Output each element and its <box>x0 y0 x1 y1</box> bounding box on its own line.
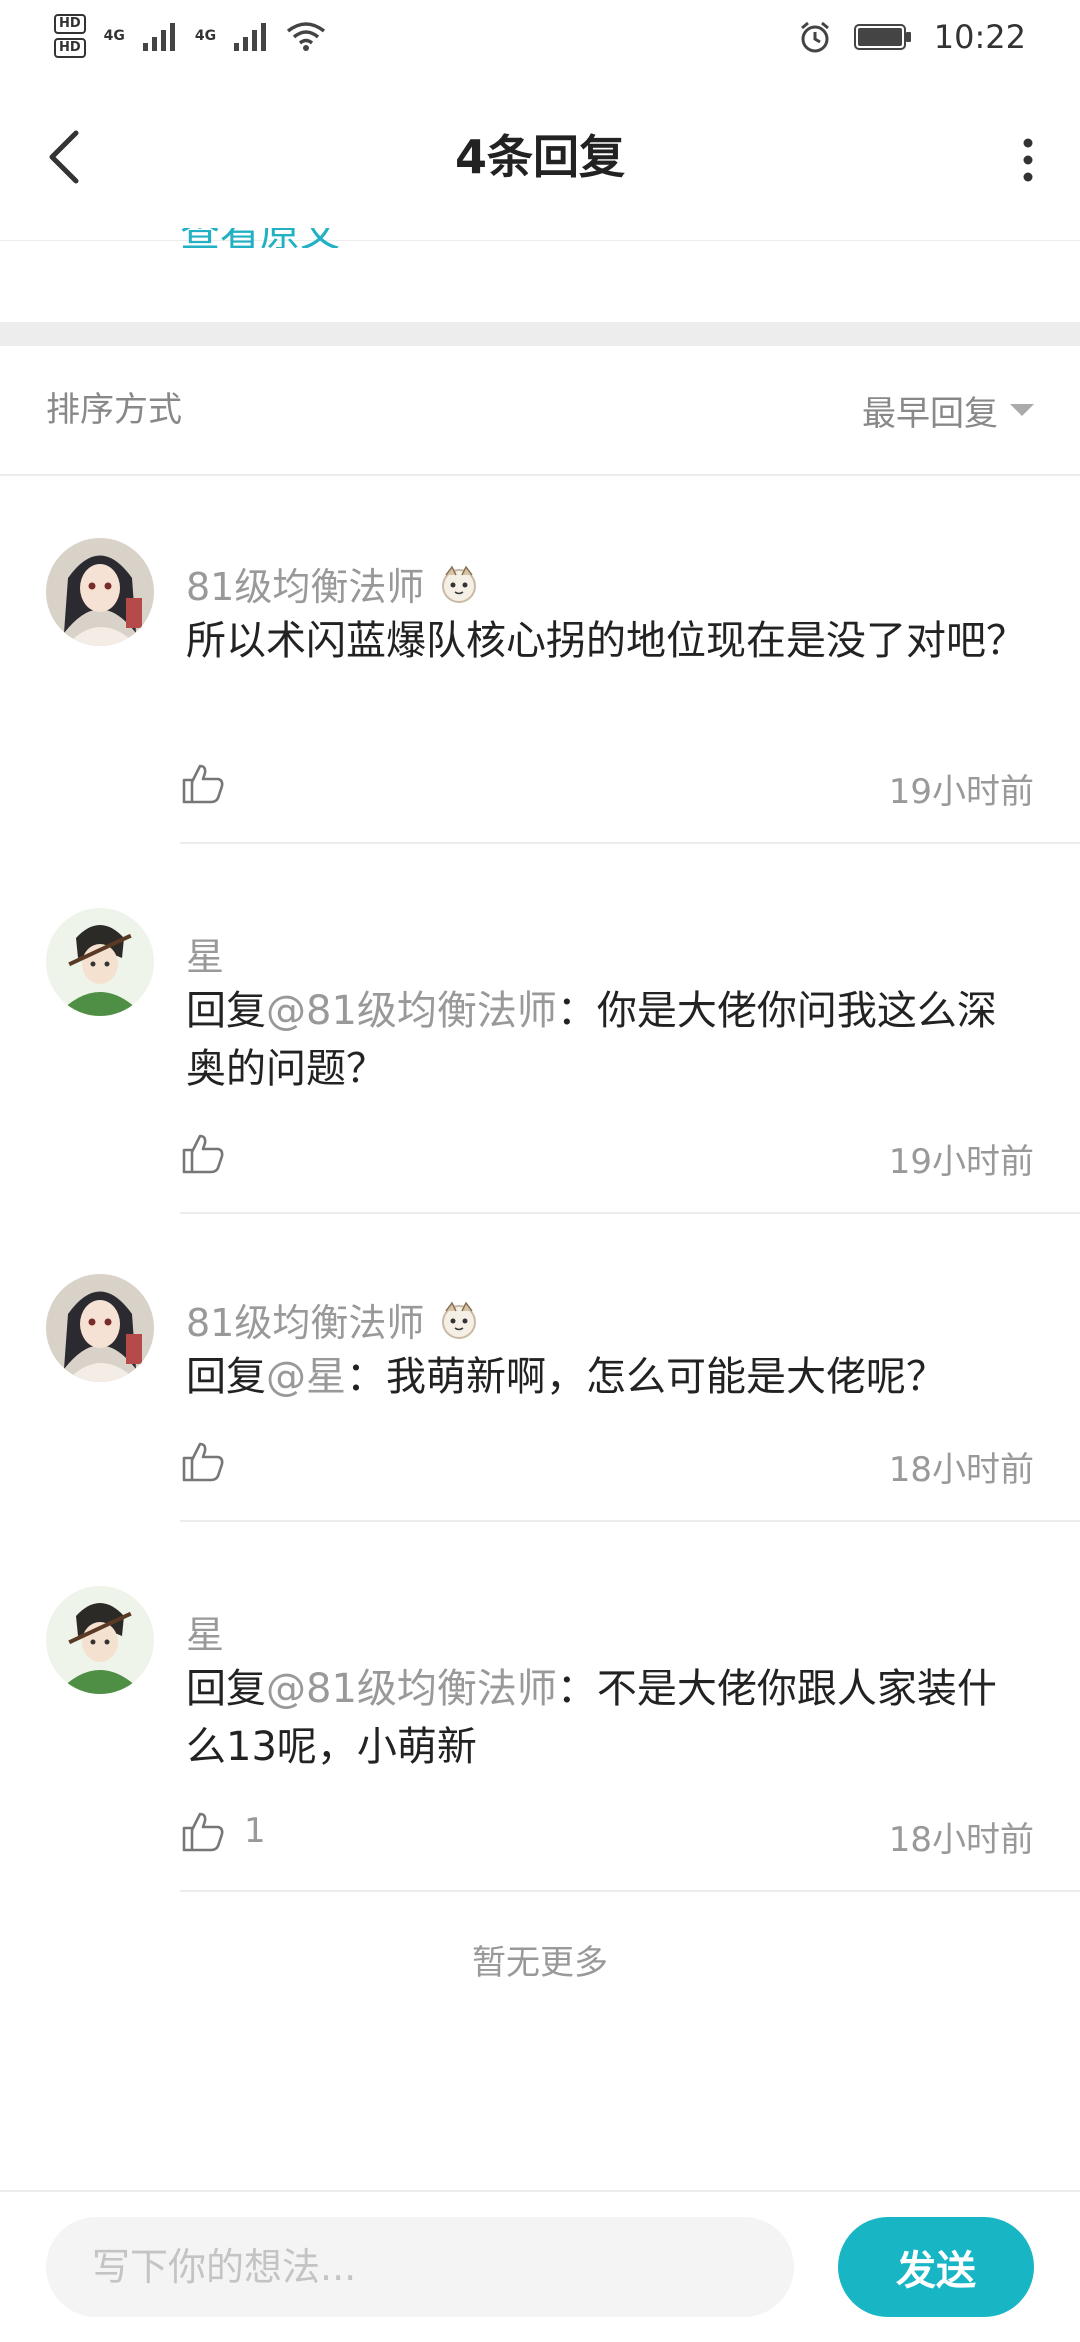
thumbs-up-icon[interactable] <box>180 760 226 806</box>
username[interactable]: 81级均衡法师 <box>186 1292 424 1347</box>
network-type-label: 4G <box>103 28 125 44</box>
status-right: 10:22 <box>798 18 1026 56</box>
thumbs-up-icon[interactable] <box>180 1808 226 1854</box>
view-original-link[interactable]: 查看原文 <box>180 228 580 248</box>
comment-item: 星 回复@81级均衡法师：你是大佬你问我这么深奥的问题？ 19小时前 <box>0 844 1080 1214</box>
mention-link[interactable]: @81级均衡法师 <box>266 1666 557 1712</box>
avatar-image <box>46 538 154 646</box>
user-level-badge-icon <box>442 565 477 603</box>
comment-item: 星 回复@81级均衡法师：不是大佬你跟人家装什么13呢，小萌新 1 18小时前 <box>0 1522 1080 1892</box>
like-row: 1 <box>180 1808 266 1854</box>
mention-link[interactable]: @81级均衡法师 <box>266 988 557 1034</box>
wifi-icon <box>287 22 326 51</box>
avatar[interactable] <box>46 1586 154 1694</box>
comment-item: 81级均衡法师 回复@星：我萌新啊，怎么可能是大佬呢？ 18小时前 <box>0 1214 1080 1522</box>
hd-indicators: HD HD <box>54 14 86 58</box>
more-vertical-icon <box>1023 138 1033 182</box>
comment-text: 回复@81级均衡法师：不是大佬你跟人家装什么13呢，小萌新 <box>186 1660 1036 1776</box>
comment-time: 18小时前 <box>888 1450 1034 1490</box>
avatar-image <box>46 908 154 1016</box>
status-time: 10:22 <box>933 18 1026 56</box>
thumbs-up-icon[interactable] <box>180 1130 226 1176</box>
like-row <box>180 760 244 806</box>
comment-time: 19小时前 <box>888 1142 1034 1182</box>
like-row <box>180 1130 244 1176</box>
comment-body: 所以术闪蓝爆队核心拐的地位现在是没了对吧？ <box>186 618 1026 664</box>
reply-prefix: 回复 <box>186 1354 266 1400</box>
comment-text: 回复@星：我萌新啊，怎么可能是大佬呢？ <box>186 1348 1036 1406</box>
hd-badge: HD <box>54 38 86 58</box>
comment-text: 所以术闪蓝爆队核心拐的地位现在是没了对吧？ <box>186 612 1036 670</box>
reply-prefix: 回复 <box>186 988 266 1034</box>
avatar-image <box>46 1586 154 1694</box>
page-header: 4条回复 <box>0 75 1080 241</box>
mention-link[interactable]: @星 <box>266 1354 346 1400</box>
view-original-link-peek[interactable]: 查看原文 <box>180 228 580 248</box>
comment-header: 81级均衡法师 <box>186 556 482 611</box>
battery-icon <box>853 24 911 50</box>
reply-input[interactable] <box>46 2217 794 2317</box>
sort-label: 排序方式 <box>46 390 182 430</box>
username[interactable]: 星 <box>186 1604 224 1659</box>
comment-divider <box>180 1890 1080 1892</box>
back-button[interactable] <box>38 125 98 189</box>
status-left: HD HD 4G 4G <box>54 14 326 58</box>
hd-badge: HD <box>54 14 86 34</box>
network-type-label: 4G <box>194 28 217 44</box>
sort-dropdown[interactable]: 最早回复 <box>862 346 1034 474</box>
username[interactable]: 81级均衡法师 <box>186 556 424 611</box>
avatar[interactable] <box>46 538 154 646</box>
comment-header: 81级均衡法师 <box>186 1292 482 1347</box>
comment-time: 18小时前 <box>888 1820 1034 1860</box>
comment-header: 星 <box>186 1604 224 1659</box>
alarm-icon <box>800 21 829 53</box>
comment-text: 回复@81级均衡法师：你是大佬你问我这么深奥的问题？ <box>186 982 1036 1098</box>
comment-time: 19小时前 <box>888 772 1034 812</box>
comment-header: 星 <box>186 926 224 981</box>
sort-bar: 排序方式 最早回复 <box>0 346 1080 476</box>
caret-down-icon <box>1010 404 1034 416</box>
reply-prefix: 回复 <box>186 1666 266 1712</box>
sort-value: 最早回复 <box>862 393 998 434</box>
more-options-button[interactable] <box>1016 135 1040 185</box>
avatar-image <box>46 1274 154 1382</box>
back-arrow-icon <box>49 130 79 184</box>
comment-body: ：我萌新啊，怎么可能是大佬呢？ <box>346 1354 946 1400</box>
section-separator <box>0 322 1080 346</box>
signal-icon <box>234 23 267 51</box>
thumbs-up-icon[interactable] <box>180 1438 226 1484</box>
user-level-badge-icon <box>442 1301 477 1339</box>
username[interactable]: 星 <box>186 926 224 981</box>
signal-icon <box>142 23 175 51</box>
reply-composer: 发送 <box>0 2190 1080 2342</box>
send-button[interactable]: 发送 <box>838 2217 1034 2317</box>
avatar[interactable] <box>46 1274 154 1382</box>
status-bar: HD HD 4G 4G 10:22 <box>0 0 1080 75</box>
comment-item: 81级均衡法师 所以术闪蓝爆队核心拐的地位现在是没了对吧？ 19小时前 <box>0 474 1080 844</box>
like-row <box>180 1438 244 1484</box>
no-more-label: 暂无更多 <box>472 1943 608 1983</box>
like-count: 1 <box>244 1811 266 1851</box>
page-title: 4条回复 <box>454 130 625 184</box>
avatar[interactable] <box>46 908 154 1016</box>
